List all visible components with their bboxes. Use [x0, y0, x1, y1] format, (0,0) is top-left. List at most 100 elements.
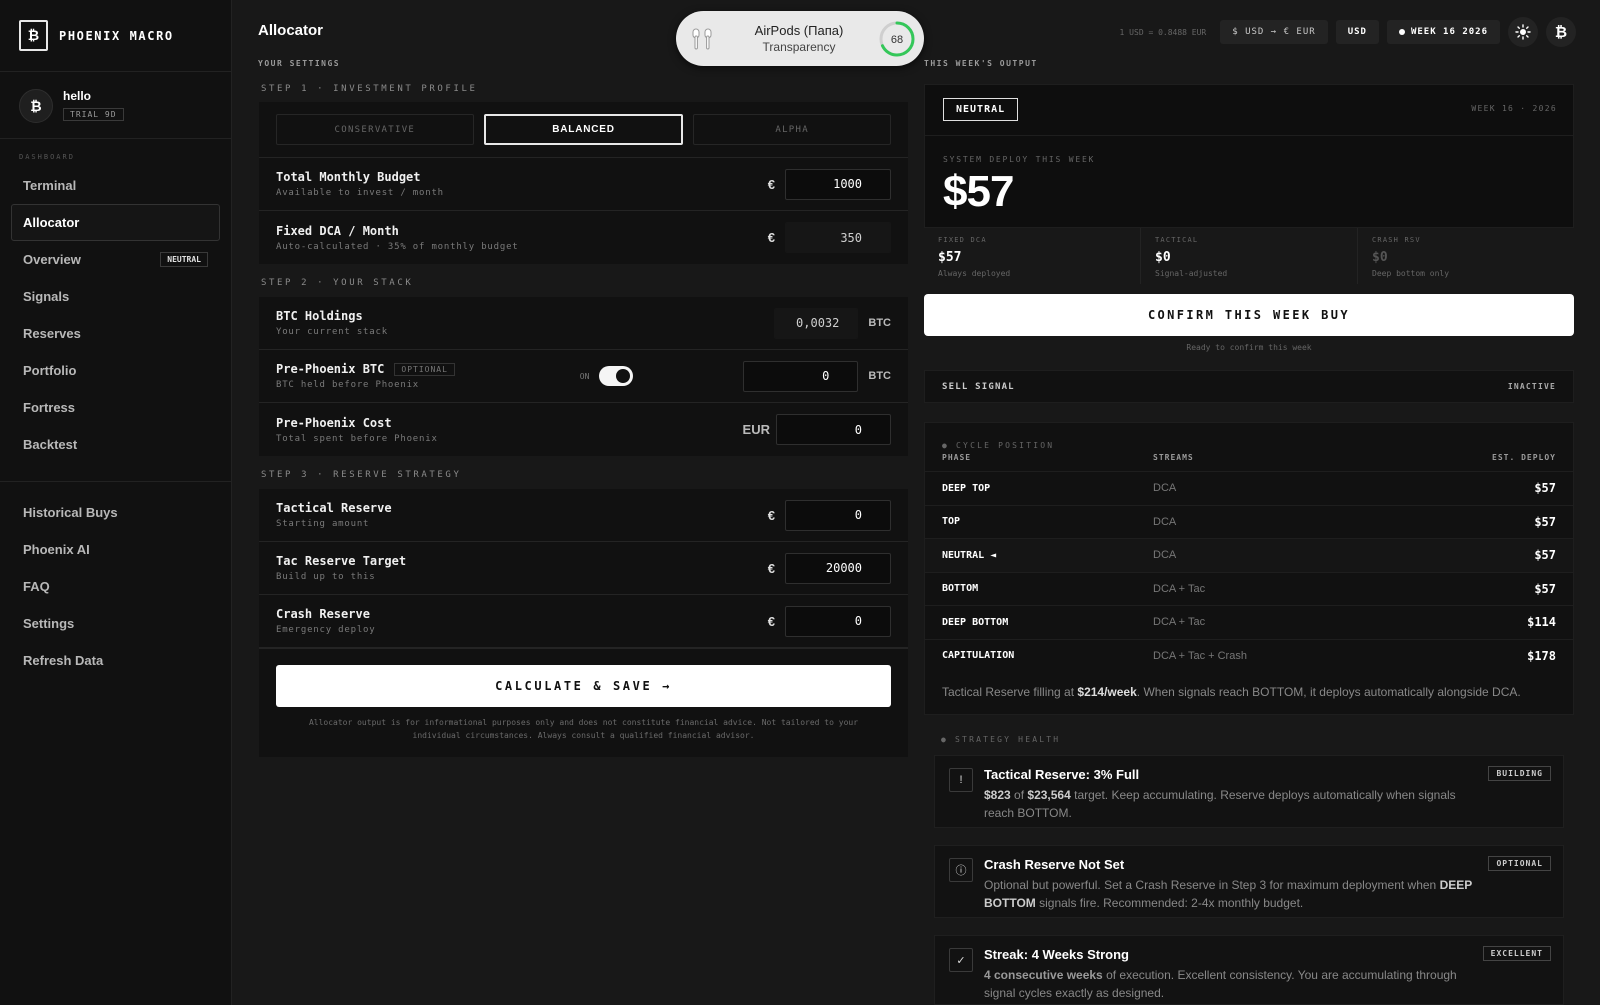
profile-option-conservative[interactable]: CONSERVATIVE	[276, 114, 474, 145]
header-deploy: EST. DEPLOY	[1492, 453, 1556, 462]
pre-phoenix-cost-input[interactable]: 0	[776, 414, 891, 445]
reserve-strategy-panel: Tactical Reserve Starting amount € 0 Tac…	[259, 489, 908, 757]
row-title: Fixed DCA / Month	[276, 223, 399, 238]
metric-crash-reserve: CRASH RSV $0 Deep bottom only	[1358, 228, 1574, 284]
row-text: Pre-Phoenix Cost Total spent before Phoe…	[276, 416, 743, 444]
health-card-streak: ✓ Streak: 4 Weeks Strong 4 consecutive w…	[934, 935, 1564, 1005]
sidebar-item-label: Settings	[23, 616, 75, 631]
sidebar-item-faq[interactable]: FAQ	[11, 568, 220, 605]
fixed-dca-row: Fixed DCA / Month Auto-calculated · 35% …	[259, 211, 908, 264]
brand[interactable]: ₿ PHOENIX MACRO	[0, 0, 231, 72]
tactical-reserve-row: Tactical Reserve Starting amount € 0	[259, 489, 908, 542]
bitcoin-logo-icon: ₿	[19, 20, 48, 51]
user-profile[interactable]: ₿ hello TRIAL 9D	[0, 73, 231, 139]
cycle-kicker: ● CYCLE POSITION	[942, 441, 1055, 450]
confirm-week-buy-button[interactable]: CONFIRM THIS WEEK BUY	[924, 294, 1574, 336]
row-title: Tac Reserve Target	[276, 554, 407, 568]
monthly-budget-input[interactable]: 1000	[785, 168, 891, 200]
currency-symbol: €	[767, 507, 775, 523]
crash-reserve-input[interactable]: 0	[785, 605, 891, 637]
health-body: $823 of $23,564 target. Keep accumulatin…	[984, 786, 1473, 822]
step3-label: STEP 3 · RESERVE STRATEGY	[261, 470, 462, 480]
table-row: CAPITULATION DCA + Tac + Crash $178	[925, 638, 1573, 673]
cell-phase: BOTTOM	[942, 583, 979, 595]
sidebar-item-allocator[interactable]: Allocator	[11, 204, 220, 241]
settings-heading: YOUR SETTINGS	[258, 59, 341, 68]
sidebar-item-overview[interactable]: Overview NEUTRAL	[11, 241, 220, 278]
currency-symbol: €	[767, 230, 775, 245]
airpods-popup[interactable]: AirPods (Папа) Transparency 68	[676, 11, 924, 66]
sidebar-item-signals[interactable]: Signals	[11, 278, 220, 315]
sidebar-item-backtest[interactable]: Backtest	[11, 426, 220, 463]
sidebar-item-phoenix-ai[interactable]: Phoenix AI	[11, 531, 220, 568]
sidebar-item-label: Refresh Data	[23, 653, 104, 668]
row-text: Total Monthly Budget Available to invest…	[276, 170, 768, 198]
sidebar-item-terminal[interactable]: Terminal	[11, 167, 220, 204]
row-title: BTC Holdings	[276, 309, 363, 323]
sell-signal-label: SELL SIGNAL	[942, 381, 1015, 392]
sun-icon[interactable]	[1508, 17, 1538, 47]
page-title: Allocator	[258, 22, 324, 39]
ready-text: Ready to confirm this week	[1186, 343, 1312, 352]
sidebar-item-reserves[interactable]: Reserves	[11, 315, 220, 352]
note-suffix: . When signals reach BOTTOM, it deploys …	[1136, 685, 1521, 699]
sidebar-item-fortress[interactable]: Fortress	[11, 389, 220, 426]
weekly-output-card: NEUTRAL WEEK 16 · 2026 SYSTEM DEPLOY THI…	[924, 84, 1574, 228]
row-title: Pre-Phoenix Cost	[276, 415, 392, 430]
cell-streams: DCA	[1153, 482, 1177, 495]
brand-name: PHOENIX MACRO	[59, 28, 174, 43]
header-controls: 1 USD = 0.8488 EUR $ USD → € EUR USD WEE…	[1120, 17, 1576, 47]
health-bold: $23,564	[1027, 788, 1071, 802]
investment-profile-panel: CONSERVATIVE BALANCED ALPHA Total Monthl…	[259, 102, 908, 264]
row-subtitle: Build up to this	[276, 572, 376, 582]
tactical-reserve-input[interactable]: 0	[785, 499, 891, 531]
table-row: TOP DCA $57	[925, 504, 1573, 539]
health-title: Crash Reserve Not Set	[984, 857, 1125, 872]
user-info: hello TRIAL 9D	[63, 89, 124, 122]
pre-phoenix-cost-row: Pre-Phoenix Cost Total spent before Phoe…	[259, 403, 908, 456]
week-indicator: WEEK 16 2026	[1386, 20, 1500, 44]
health-card-tactical: ! Tactical Reserve: 3% Full $823 of $23,…	[934, 755, 1564, 828]
row-subtitle: Auto-calculated · 35% of monthly budget	[276, 241, 519, 252]
nav-section-label: DASHBOARD	[19, 153, 75, 161]
currency-convert-button[interactable]: $ USD → € EUR	[1220, 20, 1328, 44]
sidebar-item-refresh-data[interactable]: Refresh Data	[11, 642, 220, 679]
header-streams: STREAMS	[1153, 453, 1194, 462]
exchange-rate: 1 USD = 0.8488 EUR	[1119, 27, 1207, 37]
disclaimer: Allocator output is for informational pu…	[308, 718, 859, 740]
output-heading: THIS WEEK'S OUTPUT	[924, 59, 1038, 68]
profile-option-balanced[interactable]: BALANCED	[483, 114, 684, 145]
note-prefix: Tactical Reserve filling at	[942, 685, 1078, 699]
health-bold: $823	[984, 788, 1011, 802]
table-row: BOTTOM DCA + Tac $57	[925, 571, 1573, 606]
airpods-mode: Transparency	[762, 40, 836, 54]
health-title: Streak: 4 Weeks Strong	[984, 947, 1129, 962]
pre-phoenix-btc-input[interactable]: 0	[743, 360, 859, 392]
deploy-breakdown: FIXED DCA $57 Always deployed TACTICAL $…	[924, 228, 1574, 284]
step1-label: STEP 1 · INVESTMENT PROFILE	[261, 84, 478, 94]
sidebar-item-historical-buys[interactable]: Historical Buys	[11, 494, 220, 531]
calculate-save-button[interactable]: CALCULATE & SAVE →	[276, 665, 891, 707]
bitcoin-icon[interactable]: ₿	[1546, 17, 1576, 47]
row-subtitle: Starting amount	[276, 519, 370, 529]
strategy-health-kicker: ● STRATEGY HEALTH	[941, 735, 1061, 744]
currency-toggle[interactable]: USD	[1335, 20, 1379, 44]
status-dot-icon	[1398, 29, 1405, 35]
sell-signal-bar[interactable]: SELL SIGNAL INACTIVE	[924, 370, 1574, 403]
profile-option-alpha[interactable]: ALPHA	[693, 114, 892, 145]
pre-phoenix-toggle[interactable]	[599, 366, 634, 386]
sidebar-item-portfolio[interactable]: Portfolio	[11, 352, 220, 389]
cycle-position-card: ● CYCLE POSITION PHASE STREAMS EST. DEPL…	[924, 422, 1574, 715]
sidebar-item-settings[interactable]: Settings	[11, 605, 220, 642]
metric-sub: Deep bottom only	[1372, 269, 1450, 278]
calculate-section: CALCULATE & SAVE → Allocator output is f…	[259, 648, 908, 757]
week-label: WEEK 16 · 2026	[1471, 104, 1557, 113]
metric-sub: Signal-adjusted	[1155, 269, 1228, 278]
cell-streams: DCA + Tac	[1153, 616, 1206, 629]
cell-phase: DEEP BOTTOM	[942, 616, 1009, 628]
tac-reserve-target-row: Tac Reserve Target Build up to this € 20…	[259, 542, 908, 595]
health-body: Optional but powerful. Set a Crash Reser…	[984, 876, 1473, 912]
tac-reserve-target-input[interactable]: 20000	[785, 552, 891, 584]
cell-phase: NEUTRAL ◄	[942, 549, 997, 561]
row-title: Crash Reserve	[276, 607, 370, 621]
